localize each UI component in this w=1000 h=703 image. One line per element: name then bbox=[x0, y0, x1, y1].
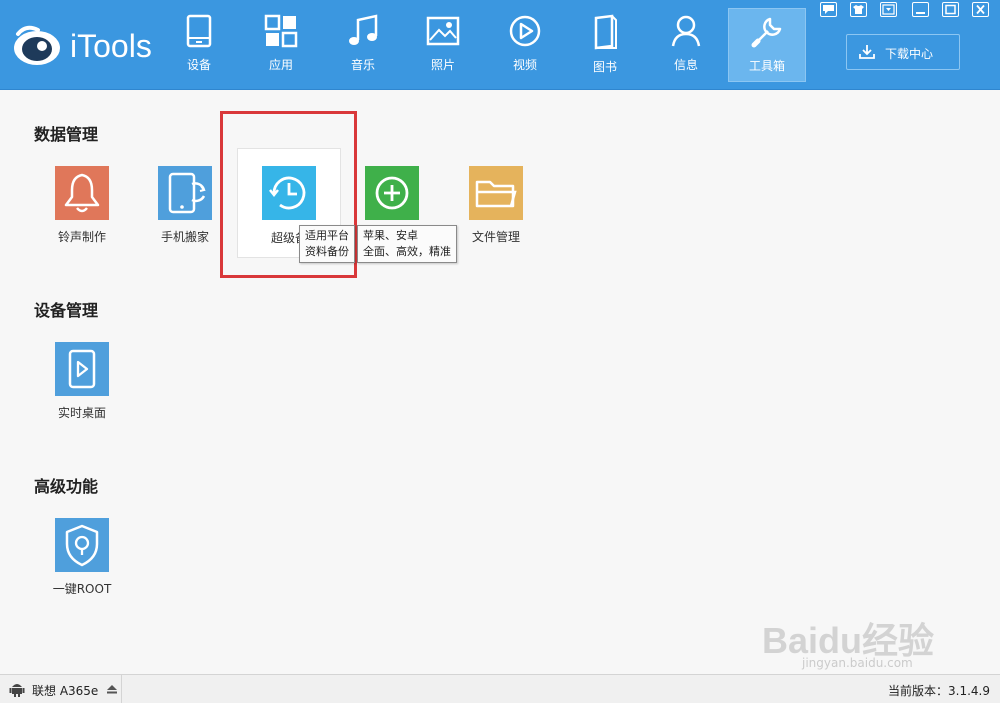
android-icon bbox=[9, 684, 25, 697]
tab-toolbox[interactable]: 工具箱 bbox=[728, 8, 806, 82]
feedback-button[interactable] bbox=[820, 2, 837, 17]
photo-icon bbox=[426, 16, 460, 46]
tool-label: 文件管理 bbox=[471, 230, 520, 244]
book-icon bbox=[594, 14, 617, 50]
app-logo: iTools bbox=[12, 22, 162, 72]
tab-label: 视频 bbox=[512, 58, 537, 72]
tab-label: 工具箱 bbox=[748, 59, 785, 73]
tool-one-click-root[interactable]: 一键ROOT bbox=[35, 518, 125, 618]
plus-circle-icon bbox=[365, 166, 419, 220]
close-icon bbox=[976, 4, 985, 15]
maximize-button[interactable] bbox=[942, 2, 959, 17]
tab-messages[interactable]: 信息 bbox=[647, 8, 725, 82]
root-tile bbox=[55, 518, 109, 572]
plus-tile bbox=[365, 166, 419, 220]
tab-label: 信息 bbox=[673, 58, 698, 72]
phone-transfer-icon bbox=[158, 166, 212, 220]
apps-grid-icon bbox=[264, 14, 298, 48]
section-title-device-management: 设备管理 bbox=[34, 301, 99, 320]
tablet-icon bbox=[186, 14, 212, 48]
download-center-label: 下载中心 bbox=[885, 47, 934, 61]
minimize-icon bbox=[916, 12, 925, 14]
wrench-icon bbox=[751, 17, 782, 48]
folder-icon bbox=[469, 166, 523, 220]
feedback-icon bbox=[823, 5, 834, 14]
file-manager-tile bbox=[469, 166, 523, 220]
tab-books[interactable]: 图书 bbox=[566, 8, 644, 82]
shield-lock-icon bbox=[55, 518, 109, 572]
tooltip-line: 资料备份 bbox=[305, 245, 349, 258]
tab-photos[interactable]: 照片 bbox=[404, 8, 482, 82]
tool-file-manager[interactable]: 文件管理 bbox=[449, 166, 539, 266]
device-selector[interactable]: 联想 A365e bbox=[0, 675, 122, 703]
tooltip-line: 苹果、安卓 bbox=[363, 229, 418, 242]
tab-label: 图书 bbox=[592, 60, 617, 74]
tooltip-line: 适用平台 bbox=[305, 229, 349, 242]
skin-button[interactable] bbox=[850, 2, 867, 17]
itools-logo-icon bbox=[14, 25, 60, 65]
tooltip-platform: 苹果、安卓 全面、高效，精准 bbox=[357, 225, 457, 263]
version-text: 当前版本：3.1.4.9 bbox=[888, 684, 990, 698]
download-icon bbox=[859, 45, 875, 59]
baidu-watermark: Baidu经验 jingyan.baidu.com bbox=[762, 598, 952, 674]
tab-device[interactable]: 设备 bbox=[160, 8, 238, 82]
tab-label: 音乐 bbox=[350, 58, 375, 72]
live-desktop-tile bbox=[55, 342, 109, 396]
tool-label: 实时桌面 bbox=[57, 406, 106, 420]
eject-icon[interactable] bbox=[106, 684, 118, 694]
music-note-icon bbox=[349, 14, 378, 45]
menu-button[interactable] bbox=[880, 2, 897, 17]
section-title-advanced: 高级功能 bbox=[34, 477, 99, 496]
app-name: iTools bbox=[70, 28, 152, 64]
tool-label: 铃声制作 bbox=[57, 230, 106, 244]
section-title-data-management: 数据管理 bbox=[34, 125, 99, 144]
tab-label: 照片 bbox=[430, 58, 455, 72]
play-circle-icon bbox=[509, 15, 541, 47]
tab-label: 设备 bbox=[186, 58, 211, 72]
person-icon bbox=[671, 15, 701, 47]
close-button[interactable] bbox=[972, 2, 989, 17]
status-bar: 联想 A365e 当前版本：3.1.4.9 bbox=[0, 674, 1000, 703]
header-bar: iTools 设备 应用 音乐 照片 视频 图书 信息 工具箱 下载中心 bbox=[0, 0, 1000, 90]
minimize-button[interactable] bbox=[912, 2, 929, 17]
tool-phone-transfer[interactable]: 手机搬家 bbox=[138, 166, 228, 266]
tool-label: 一键ROOT bbox=[52, 582, 112, 596]
tool-label: 手机搬家 bbox=[160, 230, 209, 244]
bell-icon bbox=[55, 166, 109, 220]
tooltip-line: 全面、高效，精准 bbox=[363, 245, 451, 258]
tooltip-backup: 适用平台 资料备份 bbox=[299, 225, 355, 263]
watermark-url: jingyan.baidu.com bbox=[802, 656, 913, 670]
maximize-icon bbox=[945, 4, 956, 15]
tab-music[interactable]: 音乐 bbox=[324, 8, 402, 82]
device-name: 联想 A365e bbox=[32, 684, 99, 698]
tool-live-desktop[interactable]: 实时桌面 bbox=[35, 342, 125, 442]
dropdown-menu-icon bbox=[882, 4, 895, 15]
tab-video[interactable]: 视频 bbox=[486, 8, 564, 82]
download-center-button[interactable]: 下载中心 bbox=[846, 34, 960, 70]
tab-label: 应用 bbox=[268, 58, 293, 72]
skin-icon bbox=[853, 5, 864, 14]
phone-transfer-tile bbox=[158, 166, 212, 220]
tool-ringtone-maker[interactable]: 铃声制作 bbox=[35, 166, 125, 266]
play-screen-icon bbox=[55, 342, 109, 396]
ringtone-tile bbox=[55, 166, 109, 220]
tab-apps[interactable]: 应用 bbox=[242, 8, 320, 82]
